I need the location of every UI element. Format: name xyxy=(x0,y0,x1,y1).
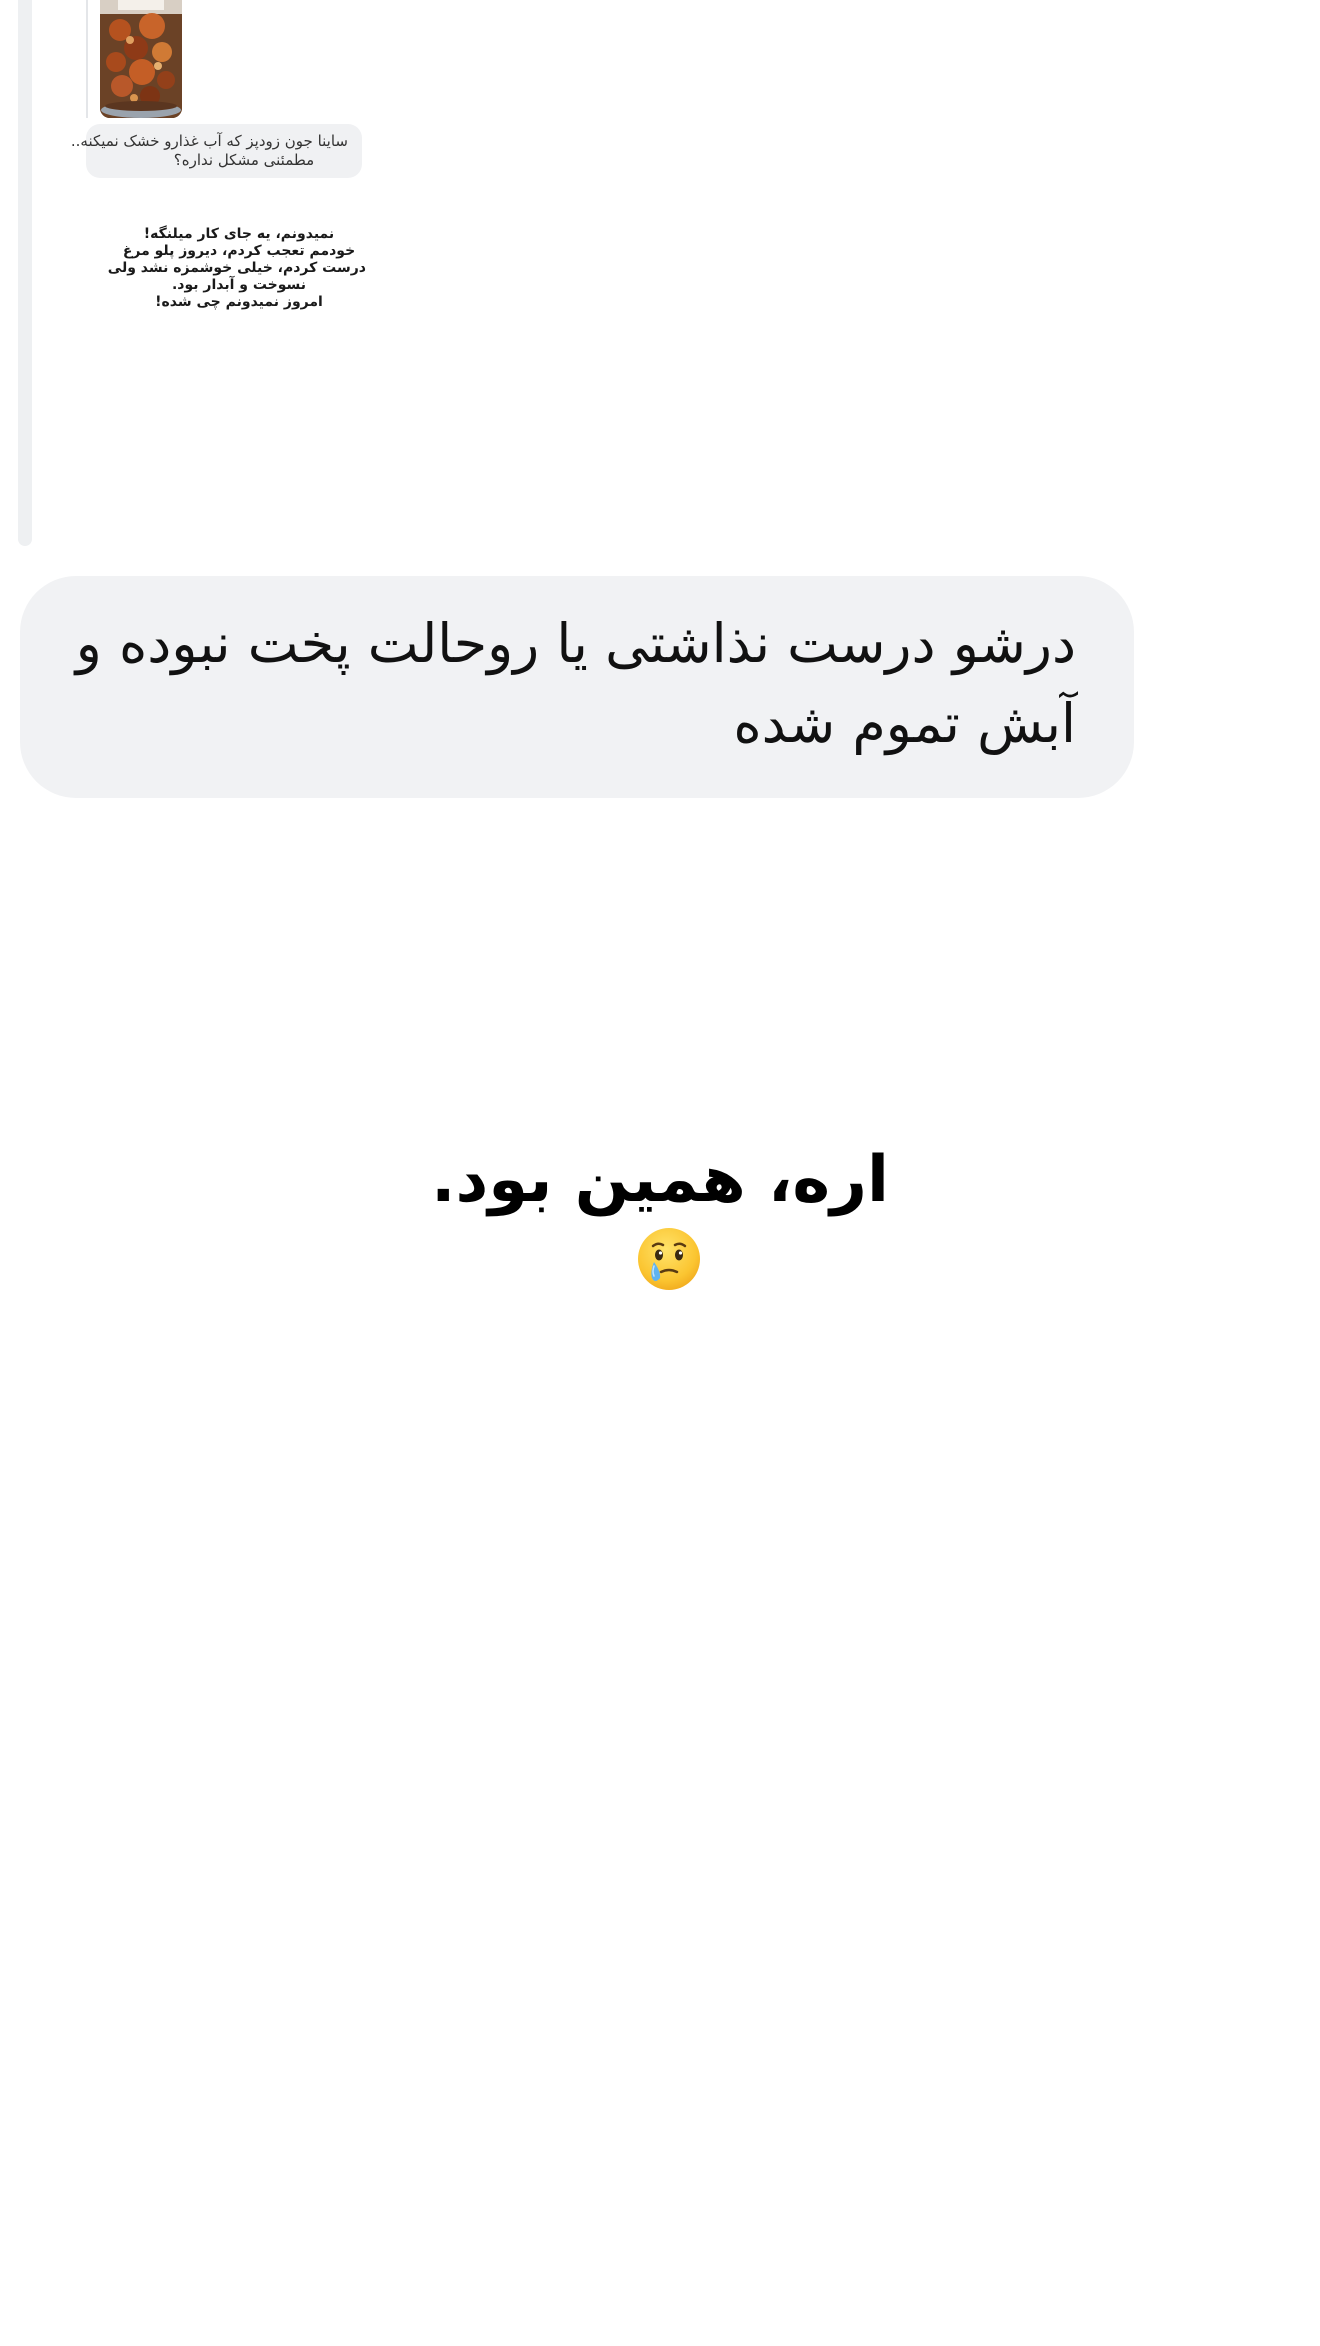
overlay-caption: اره، همین بود. xyxy=(431,1143,889,1217)
message-line: آبش تموم شده xyxy=(733,692,1076,755)
message-bubble[interactable]: درشو درست نذاشتی یا روحالت پخت نبوده و آ… xyxy=(20,576,1134,798)
story-overlay-text: نمیدونم، یه جای کار میلنگه! خودمم تعجب ک… xyxy=(107,226,366,311)
message-line: درشو درست نذاشتی یا روحالت پخت نبوده و xyxy=(75,612,1076,675)
story-caption-line: مطمئنی مشکل نداره؟ xyxy=(173,151,315,169)
story-caption-line: ساینا جون زودپز که آب غذارو خشک نمیکنه.. xyxy=(70,132,348,150)
face-holding-back-tears-icon xyxy=(636,1226,702,1292)
story-text-line: نمیدونم، یه جای کار میلنگه! xyxy=(143,226,335,242)
story-text-line: خودمم تعجب کردم، دیروز پلو مرغ xyxy=(122,243,356,259)
reply-thread-divider xyxy=(86,0,88,118)
story-text-line: نسوخت و آبدار بود. xyxy=(171,277,307,293)
story-food-image[interactable] xyxy=(100,0,182,118)
story-text-line: امروز نمیدونم چی شده! xyxy=(155,294,323,310)
reply-thread-bar xyxy=(18,0,32,546)
food-photo-icon xyxy=(100,0,182,118)
story-reply-caption: ساینا جون زودپز که آب غذارو خشک نمیکنه..… xyxy=(70,124,362,178)
story-text-line: درست کردم، خیلی خوشمزه نشد ولی xyxy=(107,260,366,276)
